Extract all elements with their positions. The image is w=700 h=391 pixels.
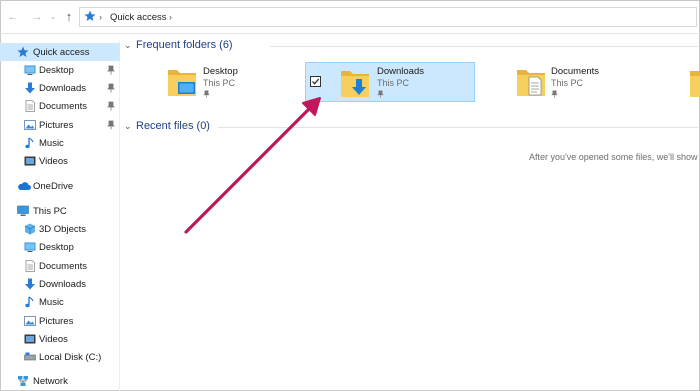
pin-icon[interactable] (377, 90, 384, 98)
pin-icon[interactable] (107, 65, 115, 75)
group-divider (270, 46, 698, 47)
onedrive-cloud-icon (18, 182, 31, 190)
folder-location: This PC (203, 78, 236, 88)
network-icon (18, 376, 28, 386)
download-arrow-icon (25, 278, 35, 290)
select-checkbox[interactable] (310, 76, 321, 87)
sidebar-item-local-disk[interactable]: Local Disk (C:) (0, 348, 120, 366)
sidebar-item-label: Desktop (39, 65, 74, 76)
group-divider (218, 127, 698, 128)
pin-icon[interactable] (107, 101, 115, 111)
sidebar-item-label: Videos (39, 156, 68, 167)
up-arrow-icon[interactable]: ↑ (62, 10, 76, 24)
sidebar-item-label: Videos (39, 334, 68, 345)
quick-access-star-icon (84, 10, 96, 21)
sidebar-item-label: Pictures (39, 316, 74, 327)
sidebar-item-quick-access[interactable]: Quick access (0, 43, 120, 61)
sidebar-item-label: Network (33, 376, 68, 387)
sidebar-item-pc-documents[interactable]: Documents (0, 257, 120, 275)
pin-icon[interactable] (107, 83, 115, 93)
empty-recent-message: After you've opened some files, we'll sh… (529, 152, 698, 162)
hard-drive-icon (24, 352, 36, 361)
sidebar-item-onedrive[interactable]: OneDrive (0, 177, 120, 195)
checkmark-icon (312, 78, 320, 85)
quick-access-star-icon (17, 46, 29, 57)
sidebar-item-downloads[interactable]: Downloads (0, 79, 120, 97)
music-note-icon (25, 296, 34, 308)
sidebar-item-label: Music (39, 297, 64, 308)
sidebar-item-music[interactable]: Music (0, 134, 120, 152)
3d-cube-icon (24, 223, 36, 235)
folder-tile-documents[interactable]: Documents This PC (512, 62, 652, 102)
folder-icon[interactable] (689, 66, 700, 100)
sidebar-item-label: Downloads (39, 279, 86, 290)
documents-folder-icon (517, 70, 545, 96)
documents-icon (25, 260, 35, 272)
desktop-icon (24, 242, 36, 252)
desktop-folder-icon (168, 70, 196, 96)
folder-name: Downloads (377, 66, 424, 77)
desktop-icon (24, 65, 36, 75)
videos-icon (24, 156, 36, 166)
folder-tile-downloads[interactable]: Downloads This PC (305, 62, 475, 102)
sidebar-item-3d-objects[interactable]: 3D Objects (0, 220, 120, 238)
folder-name: Documents (551, 66, 600, 77)
collapse-chevron-icon[interactable]: ⌄ (124, 121, 132, 132)
sidebar-item-label: Desktop (39, 242, 74, 253)
sidebar-item-pc-desktop[interactable]: Desktop (0, 238, 120, 256)
recent-locations-chevron-icon[interactable]: ⌄ (46, 10, 60, 24)
music-note-icon (25, 137, 34, 149)
sidebar-item-label: Quick access (33, 47, 90, 58)
sidebar-item-videos[interactable]: Videos (0, 152, 120, 170)
download-arrow-icon (25, 82, 35, 94)
pin-icon[interactable] (107, 120, 115, 130)
sidebar-item-documents[interactable]: Documents (0, 97, 120, 115)
sidebar-item-pc-downloads[interactable]: Downloads (0, 275, 120, 293)
sidebar-item-pc-pictures[interactable]: Pictures (0, 312, 120, 330)
frequent-folders-header[interactable]: ⌄ Frequent folders (6) (124, 39, 264, 53)
sidebar-item-label: Documents (39, 101, 88, 112)
folder-tile-desktop[interactable]: Desktop This PC (162, 62, 302, 102)
navigation-pane: Quick access Desktop Downloads Documents… (0, 40, 120, 391)
pin-icon[interactable] (203, 90, 210, 98)
downloads-folder-icon (341, 71, 369, 97)
sidebar-item-label: Music (39, 138, 64, 149)
folder-location: This PC (551, 78, 584, 88)
pin-icon[interactable] (551, 90, 558, 98)
address-bar-region: ← → ⌄ ↑ › Quick access › (0, 0, 700, 34)
breadcrumb-location[interactable]: Quick access (110, 12, 167, 23)
pictures-icon (24, 120, 36, 130)
sidebar-item-network[interactable]: Network (0, 372, 120, 390)
sidebar-item-label: Local Disk (C:) (39, 352, 102, 363)
sidebar-item-label: This PC (33, 206, 67, 217)
folder-location: This PC (377, 78, 410, 88)
videos-icon (24, 334, 36, 344)
back-arrow-icon[interactable]: ← (6, 10, 20, 24)
group-title: Recent files (0) (136, 120, 210, 132)
computer-icon (17, 205, 29, 216)
sidebar-item-pc-music[interactable]: Music (0, 293, 120, 311)
breadcrumb-chevron-icon[interactable]: › (99, 12, 102, 22)
sidebar-item-label: OneDrive (33, 181, 74, 192)
sidebar-item-desktop[interactable]: Desktop (0, 61, 120, 79)
breadcrumb-chevron-icon[interactable]: › (169, 12, 172, 22)
folder-name: Desktop (203, 66, 238, 77)
sidebar-item-label: Pictures (39, 120, 74, 131)
forward-arrow-icon[interactable]: → (30, 10, 44, 24)
sidebar-item-this-pc[interactable]: This PC (0, 202, 120, 220)
sidebar-item-label: Documents (39, 261, 88, 272)
pictures-icon (24, 316, 36, 326)
sidebar-item-pc-videos[interactable]: Videos (0, 330, 120, 348)
documents-icon (25, 100, 35, 112)
group-title: Frequent folders (6) (136, 39, 233, 51)
collapse-chevron-icon[interactable]: ⌄ (124, 40, 132, 51)
sidebar-item-label: Downloads (39, 83, 86, 94)
sidebar-item-pictures[interactable]: Pictures (0, 116, 120, 134)
sidebar-item-label: 3D Objects (39, 224, 86, 235)
